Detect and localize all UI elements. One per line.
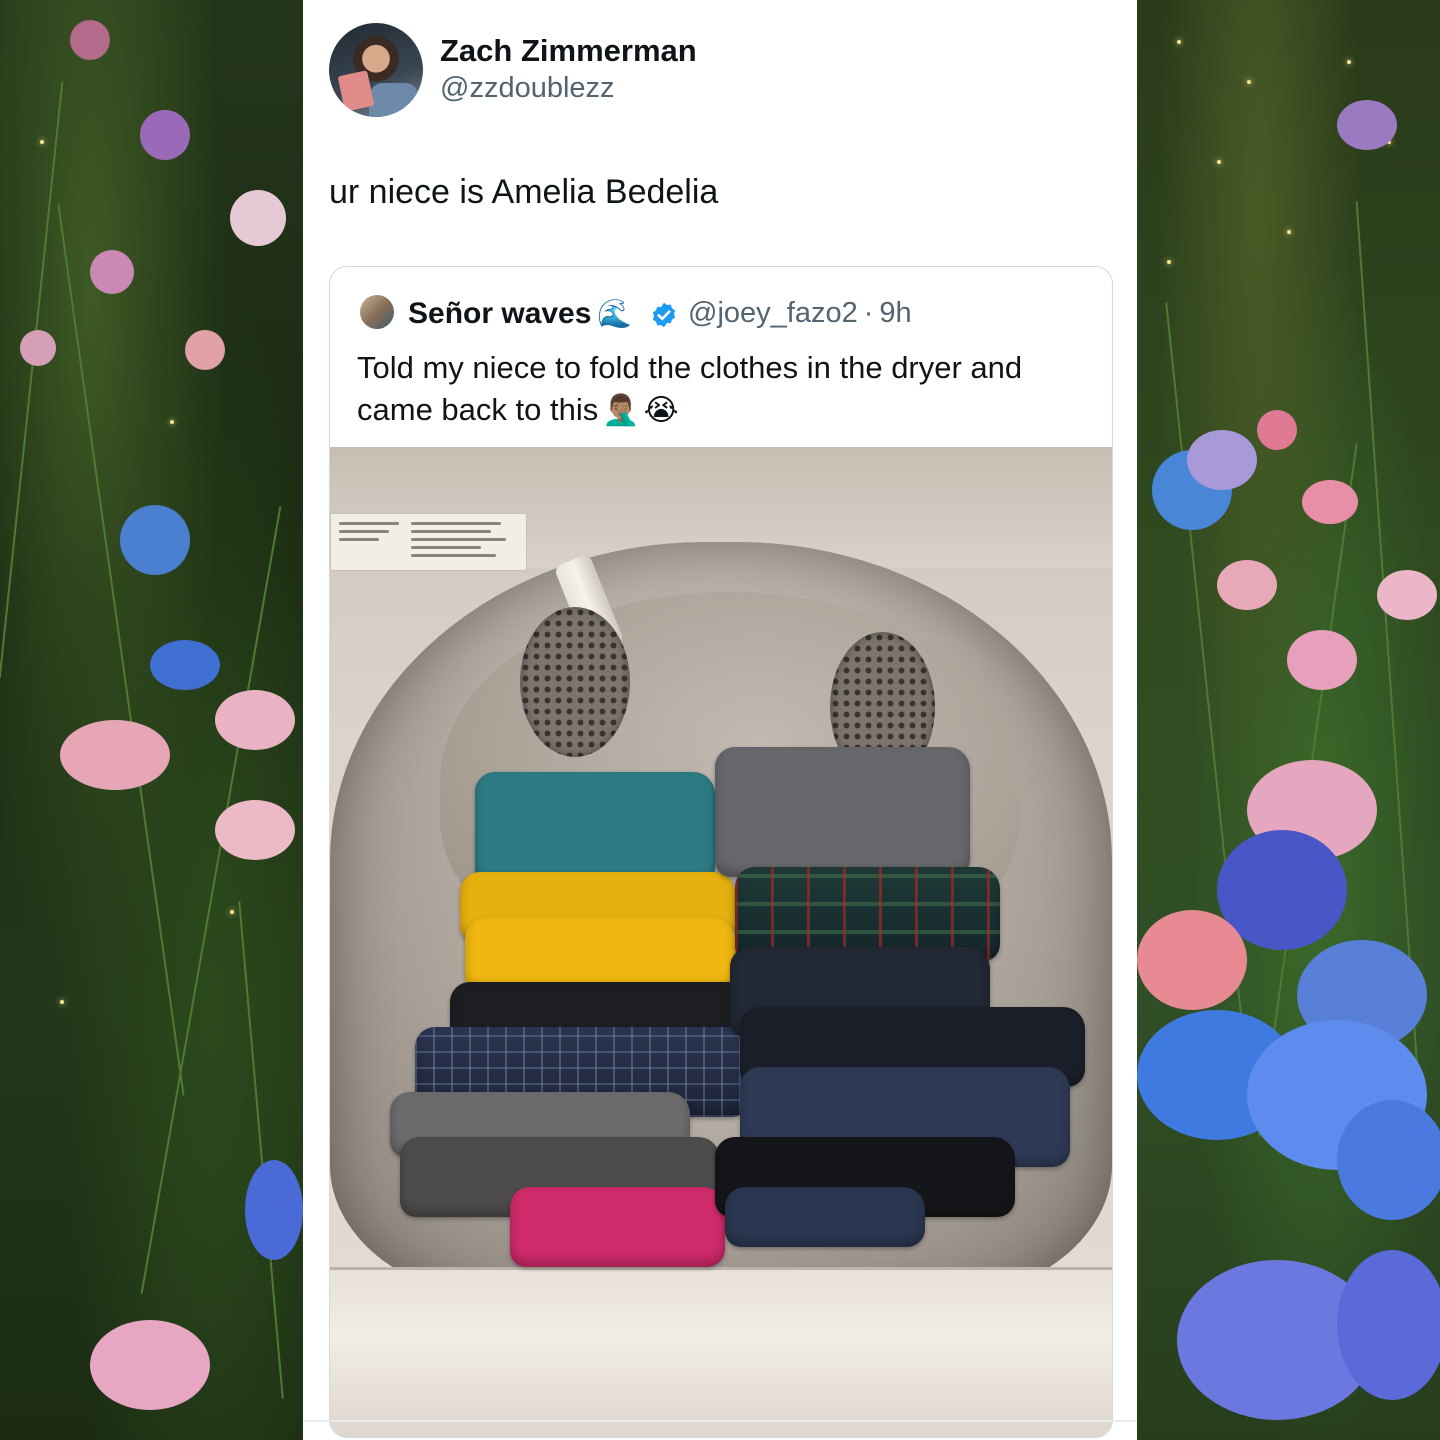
sparkle	[1287, 230, 1291, 234]
flower	[1217, 560, 1277, 610]
flower	[150, 640, 220, 690]
dryer-door-lip	[330, 1267, 1112, 1437]
flower	[90, 250, 134, 294]
facepalm-emoji: 🤦🏽‍♂️	[602, 394, 640, 427]
flower	[1337, 1250, 1440, 1400]
quoted-time[interactable]: 9h	[879, 297, 911, 329]
flower	[120, 505, 190, 575]
sparkle	[60, 1000, 64, 1004]
author-name[interactable]: Zach Zimmerman	[440, 33, 697, 69]
flower	[140, 110, 190, 160]
yellow-sweater	[465, 917, 735, 992]
flower	[245, 1160, 303, 1260]
flower	[1377, 570, 1437, 620]
flower	[70, 20, 110, 60]
pink-knit	[510, 1187, 725, 1267]
stem	[0, 81, 64, 679]
flower	[1287, 630, 1357, 690]
teal-shirt	[475, 772, 715, 887]
stem	[238, 900, 284, 1400]
sparkle	[1217, 160, 1221, 164]
author-avatar[interactable]	[329, 23, 423, 117]
quoted-author-name[interactable]: Señor waves	[408, 297, 591, 331]
card-bottom-divider	[303, 1420, 1137, 1422]
quoted-meta: @joey_fazo2 · 9h	[688, 297, 918, 330]
warning-label	[330, 513, 527, 571]
flower	[1337, 1100, 1440, 1220]
sparkle	[1167, 260, 1171, 264]
quoted-tweet-text: Told my niece to fold the clothes in the…	[357, 347, 1087, 432]
flower	[215, 690, 295, 750]
avatar-jacket	[369, 83, 419, 117]
flower-background-left	[0, 0, 303, 1440]
flower	[1257, 410, 1297, 450]
flower	[1302, 480, 1358, 524]
flower	[215, 800, 295, 860]
sparkle	[1347, 60, 1351, 64]
sparkle	[170, 420, 174, 424]
flower	[20, 330, 56, 366]
flower	[185, 330, 225, 370]
quoted-tweet[interactable]: Señor waves 🌊 @joey_fazo2 · 9h Told my nie…	[329, 266, 1113, 1438]
sparkle	[1177, 40, 1181, 44]
flower	[1337, 100, 1397, 150]
flower	[1137, 910, 1247, 1010]
wave-emoji: 🌊	[597, 298, 632, 329]
denim-bottom	[725, 1187, 925, 1247]
meta-separator: ·	[863, 297, 874, 329]
grey-shirt	[715, 747, 970, 877]
flower	[90, 1320, 210, 1410]
dryer-photo[interactable]	[330, 447, 1112, 1437]
quoted-handle[interactable]: @joey_fazo2	[688, 297, 858, 329]
verified-badge-icon	[652, 302, 676, 328]
crying-emoji: 😭	[643, 394, 679, 427]
quoted-text-body: Told my niece to fold the clothes in the…	[357, 350, 1023, 427]
flower-background-right	[1137, 0, 1440, 1440]
author-handle[interactable]: @zzdoublezz	[440, 72, 615, 105]
quoted-author-avatar[interactable]	[360, 295, 394, 329]
avatar-book	[337, 70, 375, 112]
flower	[60, 720, 170, 790]
sparkle	[1247, 80, 1251, 84]
tweet-text: ur niece is Amelia Bedelia	[329, 173, 719, 211]
sparkle	[230, 910, 234, 914]
flower	[230, 190, 286, 246]
sparkle	[40, 140, 44, 144]
flower	[1187, 430, 1257, 490]
dryer-vent-left	[520, 607, 630, 757]
